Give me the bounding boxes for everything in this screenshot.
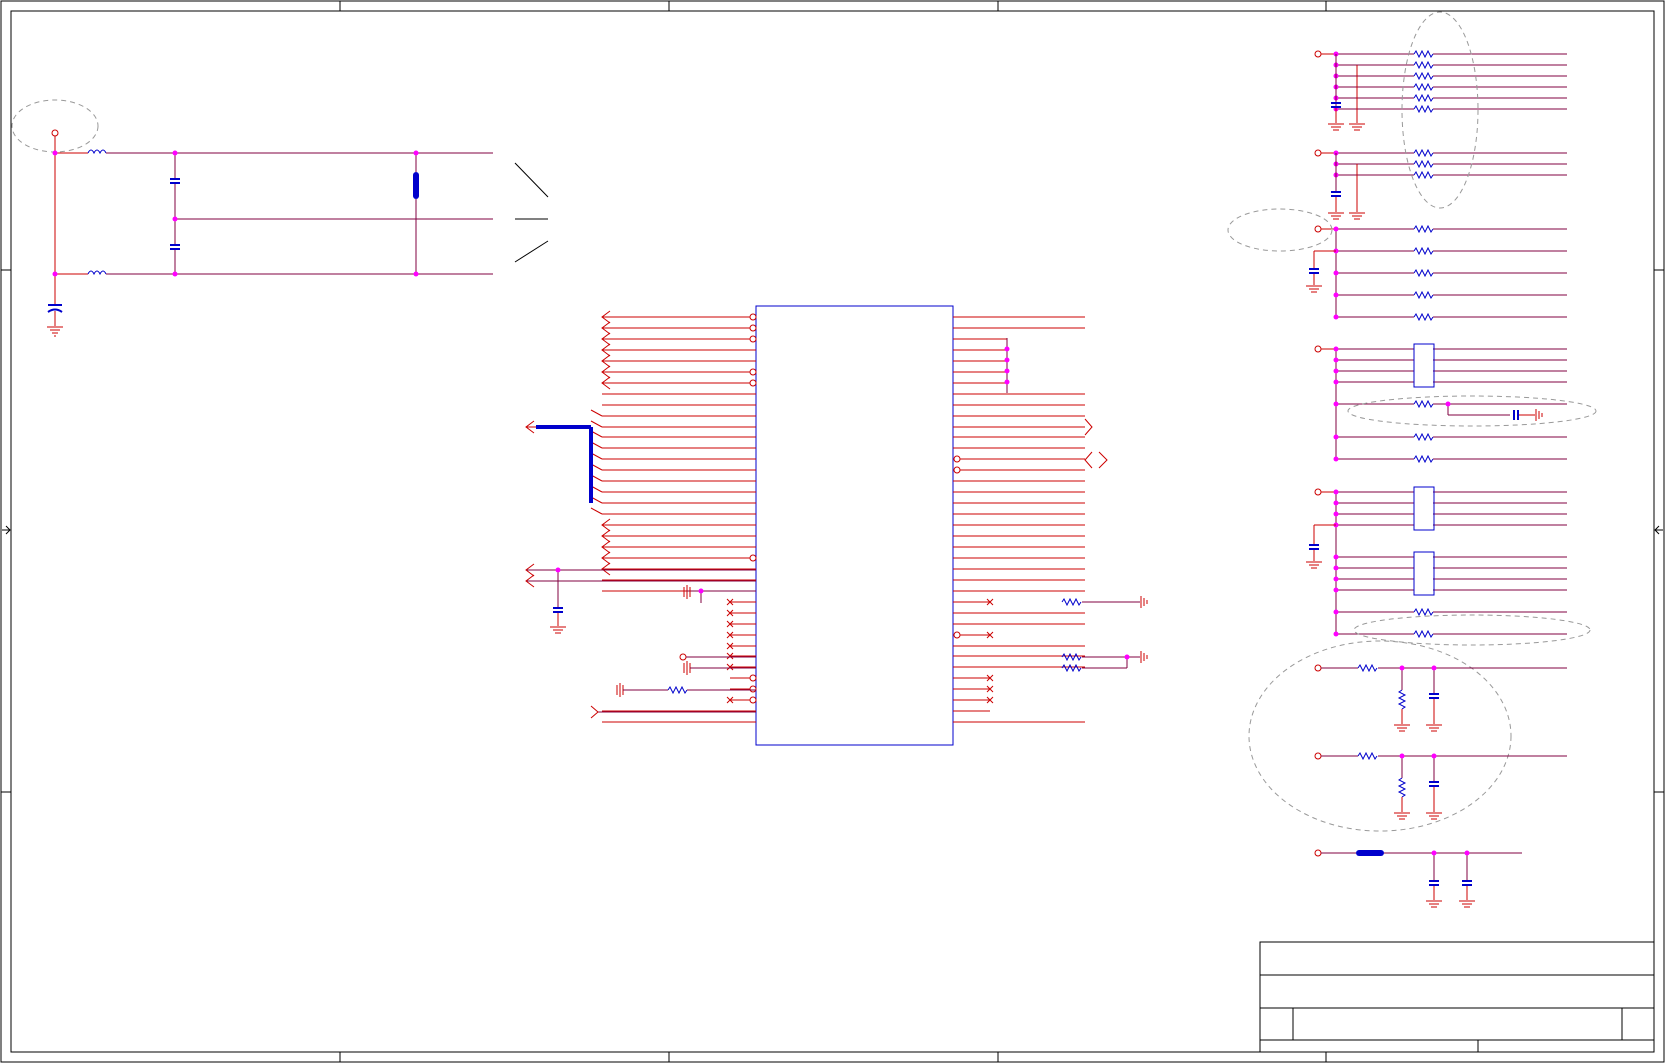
resistor [1061, 652, 1082, 662]
junction [1333, 500, 1339, 506]
pin-connector [749, 313, 757, 321]
ground-symbol [1306, 561, 1322, 569]
resistor-network [1413, 486, 1435, 531]
junction [1333, 292, 1339, 298]
ground-symbol [47, 326, 63, 337]
resistor [1413, 159, 1434, 169]
ground-symbol [1328, 123, 1344, 131]
junction [1445, 401, 1451, 407]
resistor [1061, 663, 1082, 673]
annotation-outlines [1227, 11, 1597, 832]
resistor [1413, 432, 1434, 442]
main-ic [755, 305, 954, 746]
junction [1333, 379, 1339, 385]
bus-entry [590, 507, 603, 515]
ground-symbol [1328, 212, 1344, 220]
resistor [1413, 170, 1434, 180]
resistor [1413, 82, 1434, 92]
net-connector [1314, 345, 1322, 353]
resistor-network [1413, 343, 1435, 388]
pin-connector [749, 335, 757, 343]
ground-symbol [1349, 212, 1365, 220]
pin-connector [749, 324, 757, 332]
resistor [1413, 290, 1434, 300]
resistor [1413, 104, 1434, 114]
pin-connector [749, 554, 757, 562]
pin-connector [749, 696, 757, 704]
resistor [667, 685, 688, 695]
junction [1333, 368, 1339, 374]
resistor [1413, 148, 1434, 158]
ic-right-details [1004, 338, 1148, 673]
pin-connector [749, 379, 757, 387]
junction [1333, 357, 1339, 363]
resistor-network [1413, 551, 1435, 596]
resistor [1413, 629, 1434, 639]
pin-connector [749, 685, 757, 693]
resistor [1413, 268, 1434, 278]
resistor [1357, 663, 1378, 673]
power-connector [51, 129, 59, 137]
junction [1333, 314, 1339, 320]
resistor [1413, 49, 1434, 59]
junction [1333, 401, 1339, 407]
resistor [1413, 224, 1434, 234]
junction [1333, 270, 1339, 276]
right-resistor-networks [1306, 49, 1567, 639]
inductor [87, 149, 107, 155]
pin-connector [953, 455, 961, 463]
ferrite-bead [1356, 850, 1384, 856]
junction [1333, 609, 1339, 615]
resistor [1413, 60, 1434, 70]
junction [1333, 576, 1339, 582]
pin-connector [749, 674, 757, 682]
resistor [1413, 454, 1434, 464]
resistor [1357, 751, 1378, 761]
resistor [1413, 312, 1434, 322]
pin-connector [749, 368, 757, 376]
bus-entry [590, 409, 603, 417]
junction [1333, 631, 1339, 637]
junction [1333, 226, 1339, 232]
ground-symbol [1349, 123, 1365, 131]
ferrite-bead [413, 172, 419, 199]
net-connector [1314, 149, 1322, 157]
junction [1333, 434, 1339, 440]
rc-filters [1314, 663, 1567, 908]
ground-symbol [1306, 285, 1322, 293]
ic-right-pins [953, 316, 1085, 723]
junction [1333, 565, 1339, 571]
resistor [1413, 93, 1434, 103]
inductor [87, 270, 107, 276]
resistor [1413, 399, 1434, 409]
resistor [1413, 71, 1434, 81]
ic-left-details [525, 420, 756, 719]
resistor [1397, 689, 1407, 710]
junction [1333, 554, 1339, 560]
power-input-section [11, 99, 549, 337]
ic-body [755, 305, 954, 746]
pin-connector [953, 466, 961, 474]
junction [1333, 587, 1339, 593]
net-connector [1314, 488, 1322, 496]
sheet-border [0, 0, 1665, 1063]
pin-connector [953, 631, 961, 639]
net-connector [1314, 225, 1322, 233]
junction [1333, 346, 1339, 352]
ic-left-pins [590, 310, 757, 723]
junction [1333, 489, 1339, 495]
junction [1333, 511, 1339, 517]
junction [1333, 456, 1339, 462]
bus-entry [590, 420, 603, 428]
resistor [1413, 246, 1434, 256]
net-connector [1314, 50, 1322, 58]
schematic-sheet [0, 0, 1665, 1063]
title-block [1259, 941, 1655, 1053]
resistor [1413, 607, 1434, 617]
resistor [1061, 597, 1082, 607]
resistor [1397, 777, 1407, 798]
